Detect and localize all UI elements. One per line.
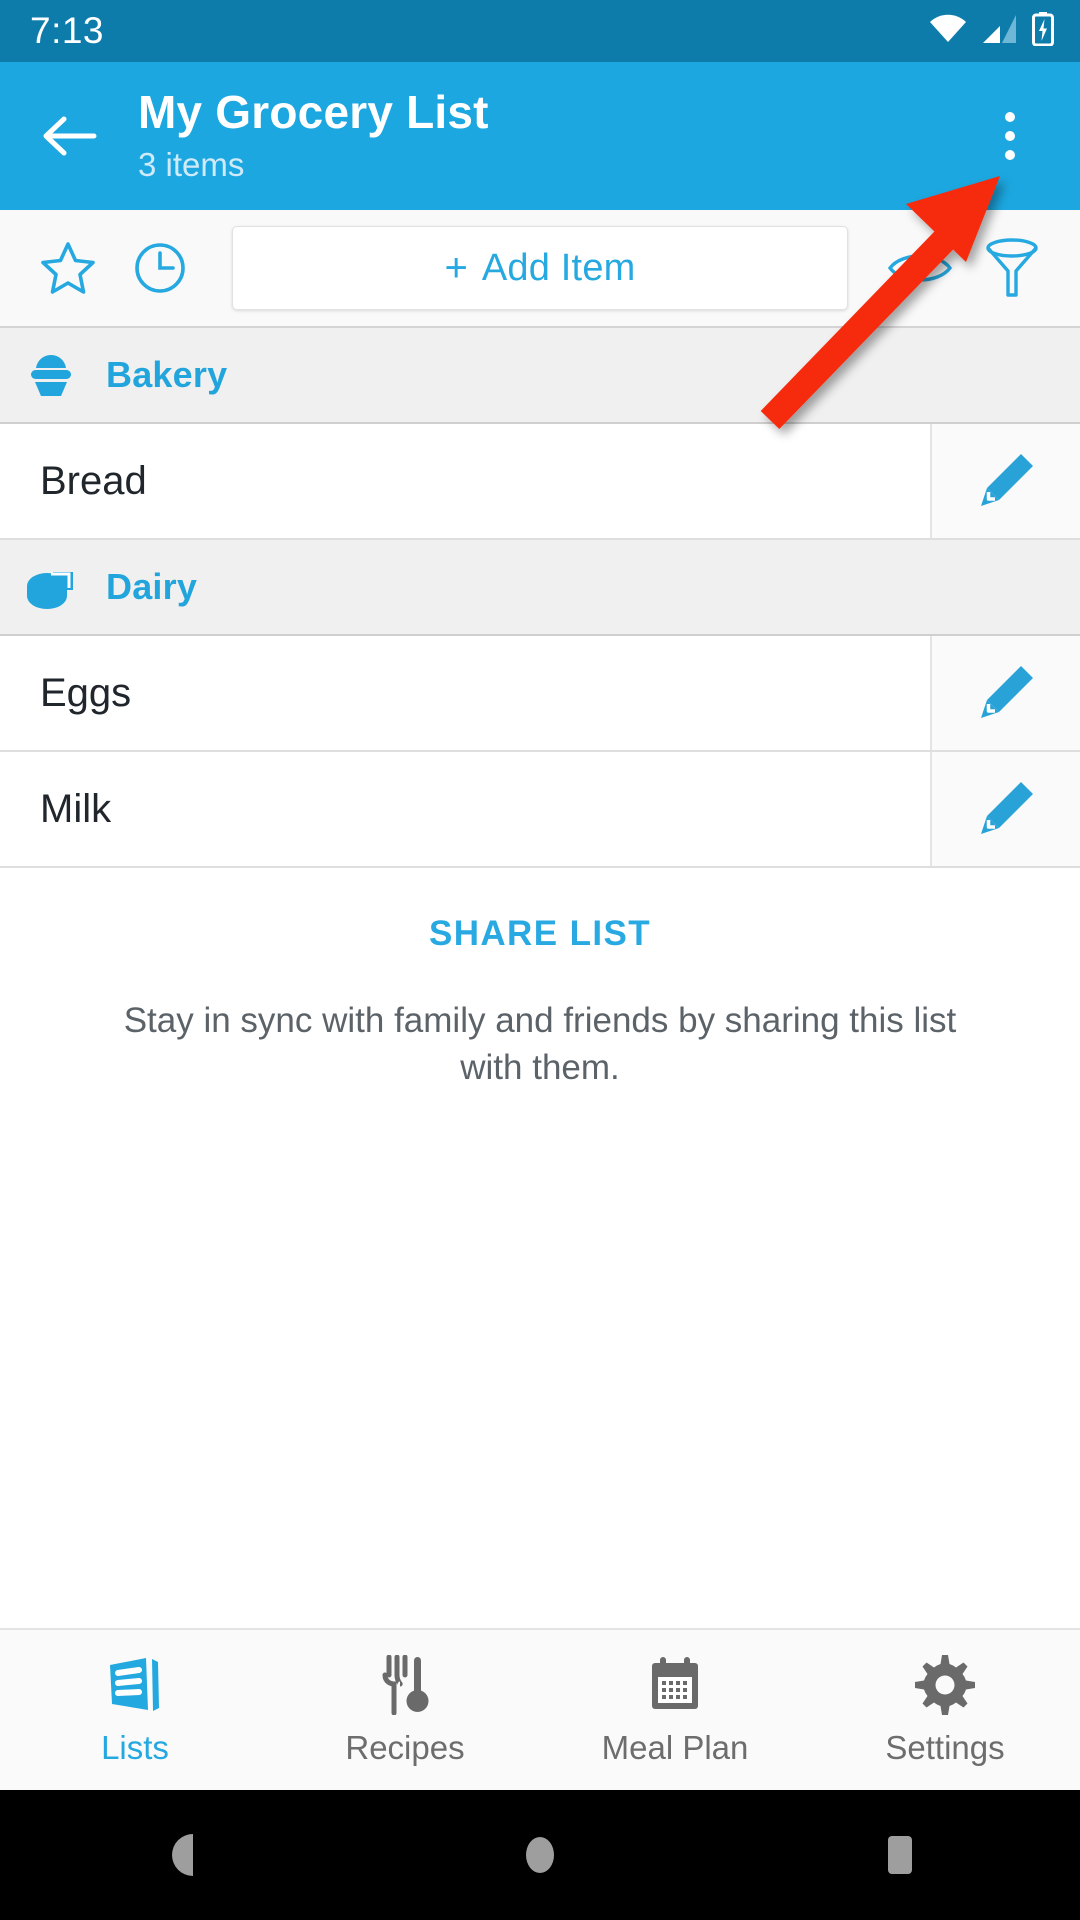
overflow-dot: [1005, 131, 1015, 141]
cupcake-icon: [24, 348, 78, 402]
recents-square-icon[interactable]: [840, 1790, 960, 1920]
section-header-bakery: Bakery: [0, 328, 1080, 424]
overflow-dot: [1005, 150, 1015, 160]
tab-label: Recipes: [345, 1729, 465, 1766]
tab-label: Lists: [101, 1729, 169, 1766]
star-icon[interactable]: [22, 222, 114, 314]
status-bar: 7:13: [0, 0, 1080, 62]
edit-item-button[interactable]: [932, 636, 1080, 750]
edit-item-button[interactable]: [932, 424, 1080, 538]
share-list-link[interactable]: SHARE LIST: [429, 914, 651, 954]
tab-lists[interactable]: Lists: [0, 1630, 270, 1790]
section-label: Dairy: [106, 566, 198, 607]
clock-icon[interactable]: [114, 222, 206, 314]
tab-settings[interactable]: Settings: [810, 1630, 1080, 1790]
back-button[interactable]: [34, 100, 106, 172]
status-time: 7:13: [30, 10, 105, 51]
add-item-button[interactable]: + Add Item: [232, 226, 848, 310]
item-name[interactable]: Bread: [0, 424, 932, 538]
edit-item-button[interactable]: [932, 752, 1080, 866]
tab-meal-plan[interactable]: Meal Plan: [540, 1630, 810, 1790]
list-item[interactable]: Bread: [0, 424, 1080, 540]
calendar-icon: [644, 1653, 706, 1715]
item-count-subtitle: 3 items: [138, 145, 245, 183]
section-header-dairy: Dairy: [0, 540, 1080, 636]
page-title: My Grocery List: [138, 86, 489, 139]
overflow-dot: [1005, 112, 1015, 122]
app-bar-titles: My Grocery List 3 items: [138, 87, 974, 185]
cell-signal-icon: [982, 14, 1018, 49]
gear-icon: [915, 1653, 975, 1715]
item-name[interactable]: Milk: [0, 752, 932, 866]
bottom-navigation: Lists Recipes Meal Plan Settings: [0, 1628, 1080, 1790]
phone-screen: 7:13 My Grocery List 3 items + Add Item …: [0, 0, 1080, 1920]
battery-charging-icon: [1032, 11, 1054, 51]
plus-icon: +: [444, 246, 468, 290]
section-label: Bakery: [106, 354, 228, 395]
status-icon-group: [928, 11, 1054, 51]
wifi-icon: [928, 14, 968, 49]
overflow-menu-icon[interactable]: [974, 92, 1046, 180]
filter-funnel-icon[interactable]: [966, 222, 1058, 314]
lists-icon: [104, 1653, 166, 1715]
list-item[interactable]: Eggs: [0, 636, 1080, 752]
eye-icon[interactable]: [874, 222, 966, 314]
list-item[interactable]: Milk: [0, 752, 1080, 868]
app-bar: My Grocery List 3 items: [0, 62, 1080, 210]
back-triangle-icon[interactable]: [120, 1790, 240, 1920]
android-navigation-bar: [0, 1790, 1080, 1920]
action-toolbar: + Add Item: [0, 210, 1080, 328]
add-item-label: Add Item: [481, 246, 636, 289]
share-section: SHARE LIST Stay in sync with family and …: [0, 868, 1080, 1091]
home-circle-icon[interactable]: [480, 1790, 600, 1920]
fork-spoon-icon: [377, 1653, 433, 1715]
tab-label: Settings: [885, 1729, 1005, 1766]
item-name[interactable]: Eggs: [0, 636, 932, 750]
cheese-icon: [24, 560, 78, 614]
share-description: Stay in sync with family and friends by …: [123, 1001, 957, 1087]
tab-recipes[interactable]: Recipes: [270, 1630, 540, 1790]
tab-label: Meal Plan: [601, 1729, 749, 1766]
